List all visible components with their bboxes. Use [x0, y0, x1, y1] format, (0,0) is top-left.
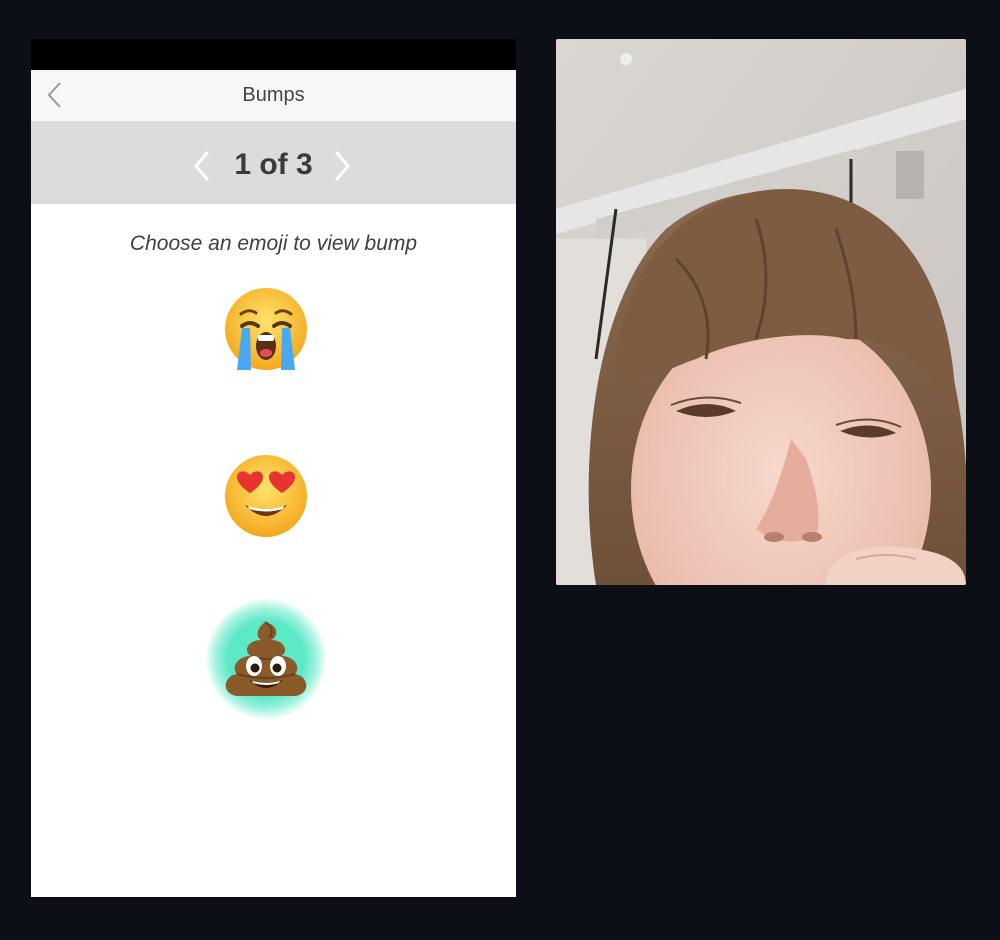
pager-bar: 1 of 3	[31, 122, 516, 204]
heart-eyes-icon	[225, 455, 307, 537]
phone-screen: Bumps 1 of 3 Choose an emoji to view bum…	[31, 39, 516, 897]
nav-bar: Bumps	[31, 70, 516, 122]
next-page-button[interactable]	[331, 150, 353, 182]
pile-of-poo-icon	[225, 621, 307, 696]
emoji-button-poo[interactable]	[206, 599, 326, 719]
page-title: Bumps	[242, 84, 305, 106]
emoji-button-heart-eyes[interactable]	[206, 436, 326, 556]
page-indicator: 1 of 3	[234, 148, 313, 181]
webcam-image	[556, 39, 966, 585]
emoji-button-crying[interactable]	[206, 269, 326, 389]
chevron-right-icon	[335, 151, 350, 181]
video-feed	[556, 39, 966, 585]
status-bar	[31, 39, 516, 70]
crying-face-icon	[225, 288, 307, 370]
instruction-text: Choose an emoji to view bump	[129, 232, 418, 255]
